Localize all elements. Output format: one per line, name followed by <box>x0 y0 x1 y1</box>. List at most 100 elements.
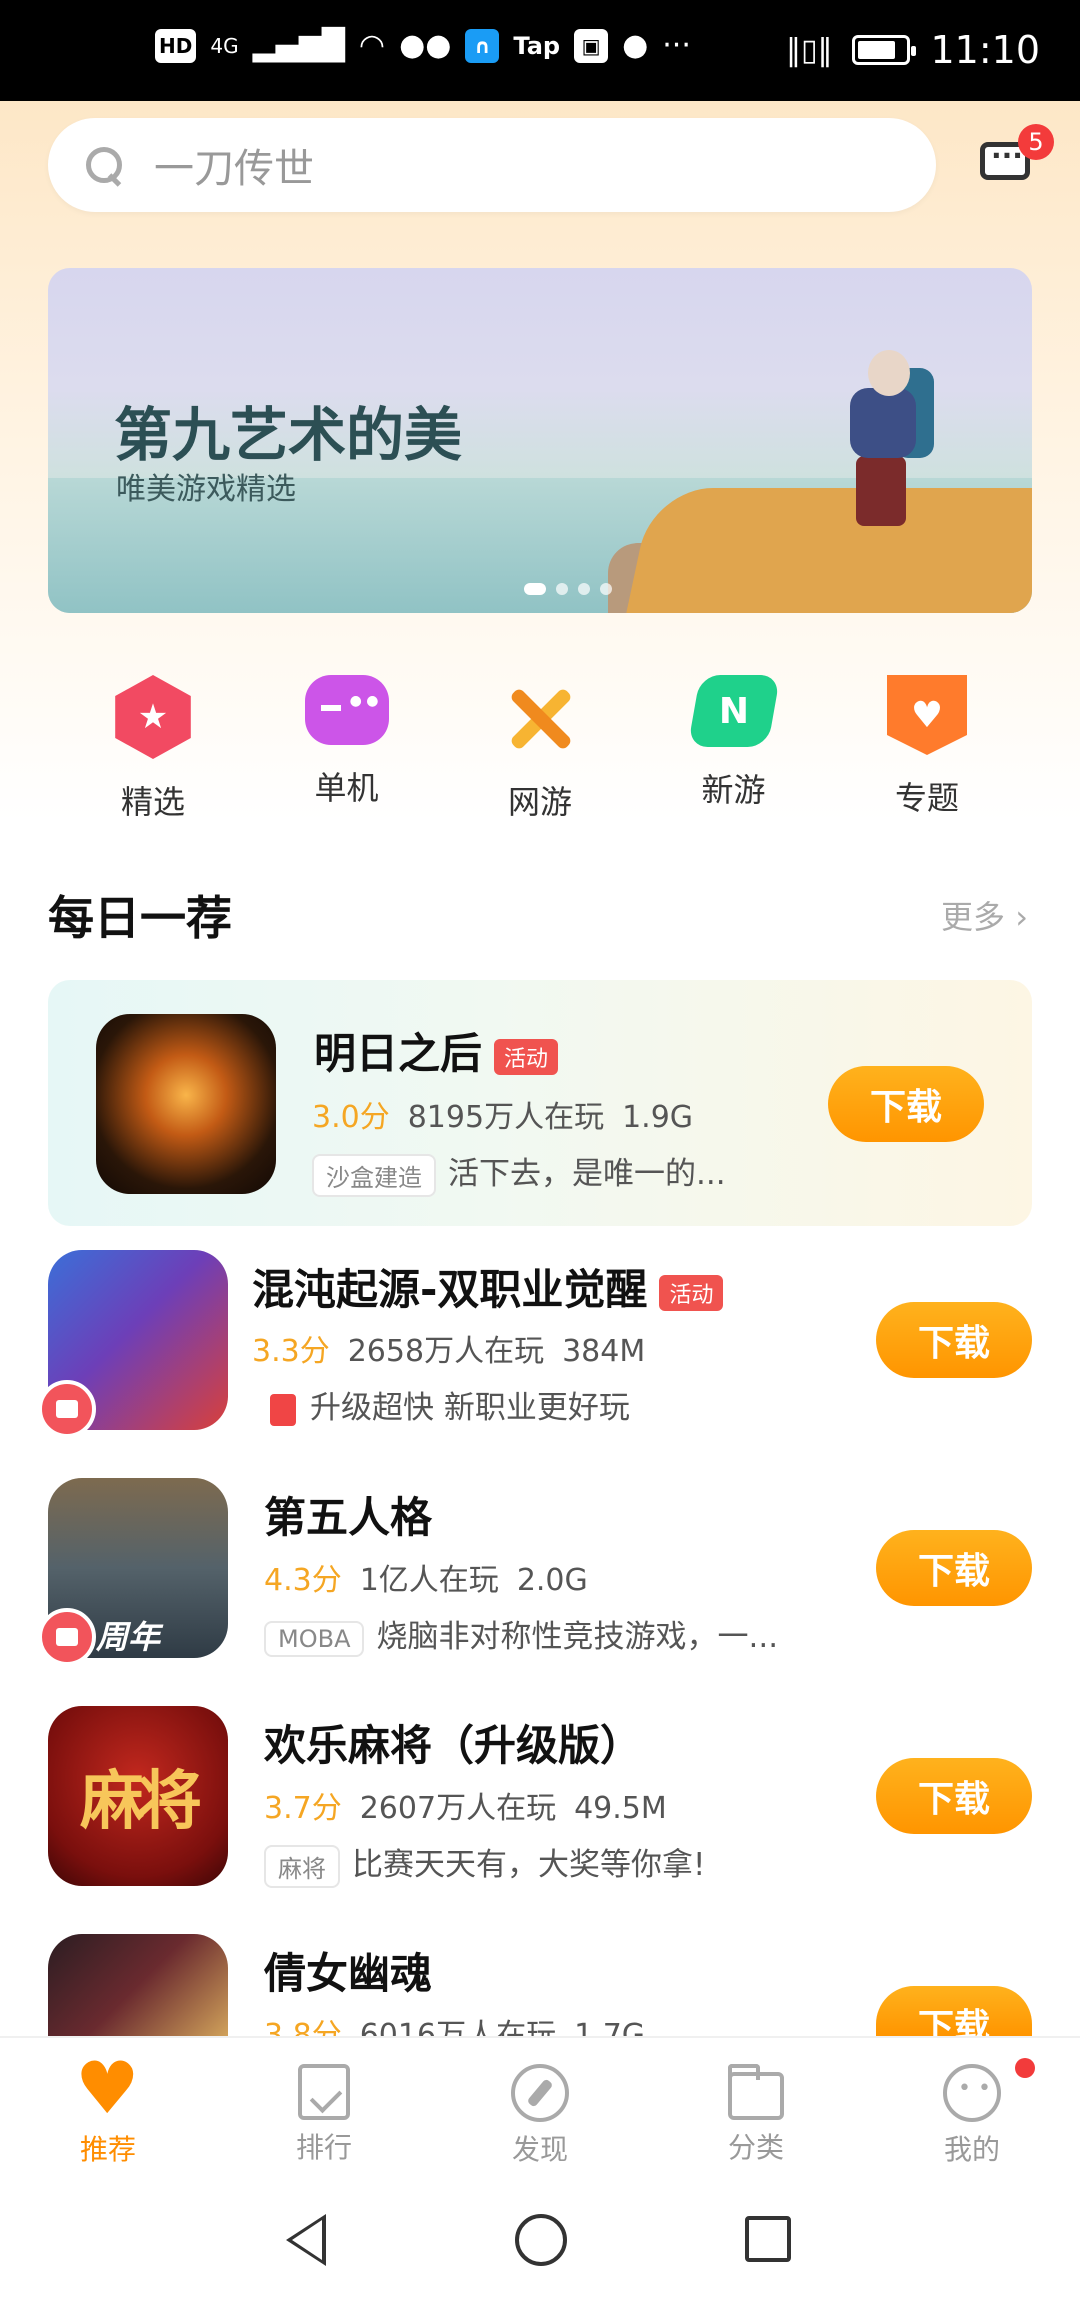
category-single-player[interactable]: 单机 <box>272 675 422 823</box>
heart-ribbon-icon <box>887 675 967 755</box>
tab-ranking[interactable]: 排行 <box>216 2038 432 2176</box>
heart-icon <box>75 2046 140 2130</box>
activity-tag: 活动 <box>659 1274 724 1311</box>
category-label: 精选 <box>120 783 185 821</box>
signal-icon: ▂▄▆█ <box>252 28 345 63</box>
app-meta: 3.3分 2658万人在玩 384M <box>252 1326 645 1370</box>
app-name[interactable]: 第五人格 <box>264 1484 432 1545</box>
app-icon-mingrizhihou[interactable] <box>96 1014 276 1194</box>
app-score: 3.3分 <box>252 1334 330 1369</box>
tab-recommend[interactable]: 推荐 <box>0 2038 216 2176</box>
category-label: 专题 <box>894 779 959 817</box>
app-desc-row: 麻将 比赛天天有，大奖等你拿! <box>264 1839 705 1888</box>
app-size: 49.5M <box>574 1791 667 1826</box>
app-name[interactable]: 欢乐麻将（升级版） <box>264 1712 642 1773</box>
app-icon-qiannv[interactable] <box>48 1934 228 2036</box>
category-label: 单机 <box>314 769 379 807</box>
wifi-icon: ◠ <box>358 28 386 63</box>
red-envelope-icon <box>270 1393 296 1426</box>
app-desc: 升级超快 新职业更好玩 <box>310 1390 630 1426</box>
app-score: 3.7分 <box>264 1791 342 1826</box>
featured-app-desc: 沙盒建造 活下去，是唯一的... <box>312 1148 726 1197</box>
banner-hiker-illustration <box>828 328 938 528</box>
tab-label: 分类 <box>727 2131 784 2164</box>
search-icon <box>84 145 124 185</box>
back-icon[interactable] <box>286 2214 326 2266</box>
app-desc: 活下去，是唯一的... <box>448 1156 726 1192</box>
tab-mine[interactable]: 我的 <box>864 2038 1080 2176</box>
promo-banner[interactable]: 第九艺术的美 唯美游戏精选 <box>48 268 1032 613</box>
app-size: 2.0G <box>516 1563 588 1598</box>
activity-tag: 活动 <box>494 1038 559 1075</box>
search-bar[interactable]: 一刀传世 <box>48 118 936 212</box>
app-players: 8195万人在玩 <box>407 1100 605 1135</box>
tab-label: 我的 <box>943 2133 1000 2166</box>
compass-icon <box>511 2064 569 2122</box>
crossed-swords-icon <box>498 675 582 759</box>
category-topics[interactable]: 专题 <box>852 675 1002 823</box>
app-desc: 烧脑非对称性竞技游戏，一... <box>376 1619 779 1655</box>
category-label: 网游 <box>507 783 572 821</box>
icon-text: 麻将 <box>80 1765 202 1839</box>
tab-discover[interactable]: 发现 <box>432 2038 648 2176</box>
category-online[interactable]: 网游 <box>465 675 615 823</box>
category-new[interactable]: 新游 <box>659 675 809 823</box>
app-name[interactable]: 倩女幽魂 <box>264 1940 432 2001</box>
featured-app-meta: 3.0分 8195万人在玩 1.9G <box>312 1092 693 1136</box>
search-placeholder: 一刀传世 <box>154 146 314 192</box>
app-players: 6016万人在玩 <box>359 2018 557 2036</box>
app-players: 1亿人在玩 <box>359 1563 499 1598</box>
more-link[interactable]: 更多 › <box>941 892 1028 938</box>
app-meta: 3.8分 6016万人在玩 1.7G <box>264 2010 645 2036</box>
clock: 11:10 <box>930 28 1040 72</box>
status-icons: HD 4G ▂▄▆█ ◠ ●● ∩ Tap ▣ ● ··· <box>155 28 691 63</box>
app-players: 2658万人在玩 <box>347 1334 545 1369</box>
tab-category[interactable]: 分类 <box>648 2038 864 2176</box>
cloud-app-icon: ∩ <box>465 28 500 63</box>
lock-app-icon: ▣ <box>574 28 609 63</box>
app-name[interactable]: 混沌起源-双职业觉醒 活动 <box>252 1256 724 1317</box>
recents-icon[interactable] <box>745 2216 791 2262</box>
download-button[interactable]: 下载 <box>876 1986 1032 2048</box>
chevron-right-icon: › <box>1015 898 1028 936</box>
messages-button[interactable]: 5 <box>980 124 1054 188</box>
download-button[interactable]: 下载 <box>876 1302 1032 1378</box>
wechat-icon: ●● <box>399 28 452 63</box>
tab-label: 排行 <box>295 2131 352 2164</box>
banner-pagination <box>524 583 612 595</box>
gift-icon <box>38 1380 96 1438</box>
folder-icon <box>728 2064 784 2120</box>
featured-app-name[interactable]: 明日之后 活动 <box>314 1020 559 1081</box>
app-icon-mahjong[interactable]: 麻将 <box>48 1706 228 1886</box>
more-notifications-icon: ··· <box>662 28 691 63</box>
gift-icon <box>38 1608 96 1666</box>
vibrate-icon: ‖▯‖ <box>785 32 833 68</box>
category-featured[interactable]: 精选 <box>78 675 228 823</box>
profile-face-icon <box>943 2058 1035 2122</box>
app-players: 2607万人在玩 <box>359 1791 557 1826</box>
banner-subtitle: 唯美游戏精选 <box>116 472 296 507</box>
download-button[interactable]: 下载 <box>876 1758 1032 1834</box>
download-button[interactable]: 下载 <box>876 1530 1032 1606</box>
app-size: 1.7G <box>574 2018 646 2036</box>
battery-icon <box>852 35 917 65</box>
icon-overlay-text: 周年 <box>96 1618 161 1656</box>
status-right: ‖▯‖ 11:10 <box>786 28 1040 72</box>
home-icon[interactable] <box>515 2214 567 2266</box>
app-meta: 4.3分 1亿人在玩 2.0G <box>264 1555 588 1599</box>
star-hexagon-icon <box>115 675 191 759</box>
network-4g-icon: 4G <box>210 33 239 58</box>
app-desc-row: 升级超快 新职业更好玩 <box>270 1382 630 1427</box>
app-size: 1.9G <box>622 1100 694 1135</box>
genre-chip: MOBA <box>264 1620 365 1657</box>
category-label: 新游 <box>701 771 766 809</box>
tab-label: 推荐 <box>79 2133 136 2166</box>
download-button[interactable]: 下载 <box>828 1066 984 1142</box>
tab-label: 发现 <box>511 2133 568 2166</box>
notification-dot <box>1015 2058 1035 2078</box>
banner-title: 第九艺术的美 <box>114 401 463 469</box>
app-score: 3.8分 <box>264 2018 342 2036</box>
message-badge: 5 <box>1018 124 1054 160</box>
genre-chip: 麻将 <box>264 1845 340 1888</box>
new-badge-icon <box>687 675 780 747</box>
